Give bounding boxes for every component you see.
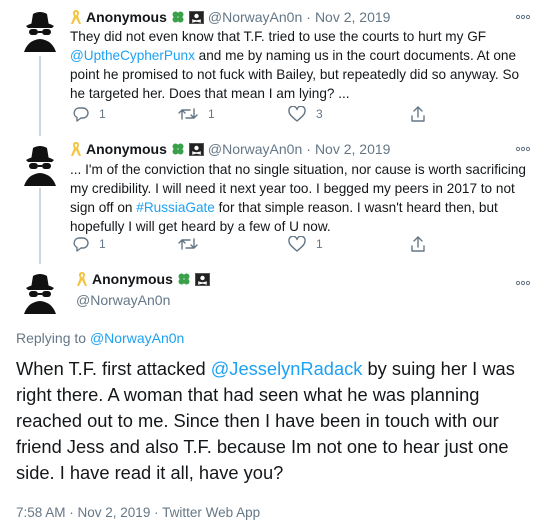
tweet-text: ... I'm of the conviction that no single… bbox=[70, 160, 530, 236]
reply-icon bbox=[73, 237, 89, 252]
separator-dot: · bbox=[306, 141, 311, 157]
avatar-spy-icon[interactable] bbox=[16, 140, 64, 188]
reply-button[interactable]: 1 bbox=[73, 236, 106, 252]
tweet-actions: 1 1 bbox=[70, 236, 490, 256]
replying-handle-link[interactable]: @NorwayAn0n bbox=[90, 330, 184, 346]
reply-icon bbox=[73, 107, 89, 122]
avatar-spy-icon[interactable] bbox=[16, 268, 64, 316]
tweet-date[interactable]: Nov 2, 2019 bbox=[315, 141, 391, 157]
share-icon bbox=[411, 236, 425, 252]
reply-button[interactable]: 1 bbox=[73, 106, 106, 122]
retweet-button[interactable] bbox=[178, 236, 208, 252]
ribbon-icon bbox=[71, 10, 81, 24]
retweet-icon bbox=[178, 108, 198, 120]
like-icon bbox=[288, 236, 306, 252]
tweet-header: Anonymous @NorwayAn0n · Nov 2, 2019 bbox=[70, 6, 390, 28]
main-author-handle[interactable]: @NorwayAn0n bbox=[76, 292, 170, 308]
author-name[interactable]: Anonymous bbox=[86, 9, 167, 25]
reply-count: 1 bbox=[99, 237, 106, 251]
retweet-button[interactable]: 1 bbox=[178, 106, 215, 122]
pirate-flag-icon bbox=[188, 142, 204, 156]
hashtag-link[interactable]: #RussiaGate bbox=[136, 200, 215, 215]
tweet-timestamp-source[interactable]: 7:58 AM · Nov 2, 2019 · Twitter Web App bbox=[16, 505, 260, 520]
pirate-flag-icon bbox=[188, 10, 204, 24]
tweet-text-part: They did not even know that T.F. tried t… bbox=[70, 29, 487, 44]
main-author-name-row: Anonymous bbox=[76, 271, 210, 287]
retweet-count: 1 bbox=[208, 107, 215, 121]
tweet-text: They did not even know that T.F. tried t… bbox=[70, 27, 530, 103]
author-name[interactable]: Anonymous bbox=[86, 141, 167, 157]
main-tweet-text: When T.F. first attacked @JesselynRadack… bbox=[16, 356, 536, 486]
ribbon-icon bbox=[71, 142, 81, 156]
retweet-icon bbox=[178, 238, 198, 250]
author-handle[interactable]: @NorwayAn0n bbox=[208, 141, 302, 157]
mention-link[interactable]: @JesselynRadack bbox=[211, 358, 363, 379]
clover-icon bbox=[172, 11, 184, 23]
thread-line bbox=[39, 186, 41, 264]
separator-dot: · bbox=[306, 9, 311, 25]
mention-link[interactable]: @UptheCypherPunx bbox=[70, 48, 195, 63]
main-author-name[interactable]: Anonymous bbox=[92, 271, 173, 287]
like-count: 1 bbox=[316, 237, 323, 251]
ribbon-icon bbox=[77, 272, 87, 286]
more-icon[interactable] bbox=[515, 12, 531, 22]
more-icon[interactable] bbox=[515, 278, 531, 288]
pirate-flag-icon bbox=[194, 272, 210, 286]
thread-line bbox=[39, 56, 41, 136]
clover-icon bbox=[172, 143, 184, 155]
like-button[interactable]: 1 bbox=[288, 236, 323, 252]
more-icon[interactable] bbox=[515, 144, 531, 154]
tweet-text-part: When T.F. first attacked bbox=[16, 358, 211, 379]
tweet-header: Anonymous @NorwayAn0n · Nov 2, 2019 bbox=[70, 138, 390, 160]
replying-label: Replying to bbox=[16, 330, 90, 346]
like-button[interactable]: 3 bbox=[288, 106, 323, 122]
reply-count: 1 bbox=[99, 107, 106, 121]
replying-to: Replying to @NorwayAn0n bbox=[16, 330, 184, 346]
author-handle[interactable]: @NorwayAn0n bbox=[208, 9, 302, 25]
tweet-date[interactable]: Nov 2, 2019 bbox=[315, 9, 391, 25]
share-button[interactable] bbox=[410, 106, 426, 122]
clover-icon bbox=[178, 273, 190, 285]
share-button[interactable] bbox=[410, 236, 426, 252]
like-icon bbox=[288, 106, 306, 122]
tweet-actions: 1 1 3 bbox=[70, 106, 490, 126]
like-count: 3 bbox=[316, 107, 323, 121]
share-icon bbox=[411, 106, 425, 122]
avatar-spy-icon[interactable] bbox=[16, 6, 64, 54]
